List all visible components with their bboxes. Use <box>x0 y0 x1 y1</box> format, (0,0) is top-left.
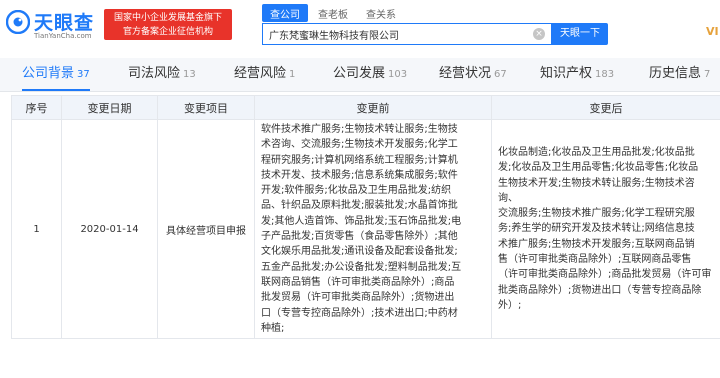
tab-label: 知识产权 <box>540 66 593 81</box>
change-text-line: 文化娱乐用品批发;通讯设备及配套设备批发; <box>261 246 458 258</box>
change-text-line: 技术开发、技术服务;信息系统集成服务;软件 <box>261 169 458 181</box>
row-after-change: 化妆品制造;化妆品及卫生用品批发;化妆品批 发;化妆品及卫生用品零售;化妆品零售;… <box>491 118 720 340</box>
change-text-line: 交流服务;生物技术推广服务;化学工程研究服 <box>498 208 695 220</box>
tab-label: 公司背景 <box>22 66 75 81</box>
change-text-line: 口（专营专控商品除外）;技术进出口;中药材 <box>261 307 458 319</box>
table-row: 1 2020-01-14 具体经营项目申报 软件技术推广服务;生物技术转让服务;… <box>11 118 720 340</box>
tab-count: 1 <box>289 69 296 80</box>
header-change-item: 变更项目 <box>157 95 255 120</box>
tab-judicial-risk[interactable]: 司法风险 13 <box>128 58 196 92</box>
tab-operating-status[interactable]: 经营状况 67 <box>439 58 507 92</box>
change-record-table: 序号 变更日期 变更项目 变更前 变更后 1 2020-01-14 具体经营项目… <box>11 95 720 340</box>
change-text-line: 生物技术开发;生物技术转让服务;生物技术咨询、 <box>498 177 695 204</box>
search-input[interactable] <box>263 24 533 44</box>
gov-badge-line1: 国家中小企业发展基金旗下 <box>113 13 222 23</box>
row-before-change: 软件技术推广服务;生物技术转让服务;生物技 术咨询、交流服务;生物技术开发服务;化… <box>254 118 492 340</box>
vip-link[interactable]: VI <box>706 25 719 38</box>
change-text-line: 软件技术推广服务;生物技术转让服务;生物技 <box>261 124 458 135</box>
logo-eye-icon <box>6 10 30 34</box>
tab-label: 经营风险 <box>234 66 287 81</box>
tab-intellectual-property[interactable]: 知识产权 183 <box>540 58 614 92</box>
change-text-line: 开发;软件服务;化妆品及卫生用品批发;纺织 <box>261 185 452 197</box>
change-text-line: 五金产品批发;办公设备批发;塑料制品批发;互 <box>261 261 462 273</box>
change-text-line: 批类商品除外）;货物进出口（专营专控商品除 <box>498 284 702 296</box>
top-header: 天眼查 TianYanCha.com 国家中小企业发展基金旗下 官方备案企业征信… <box>0 0 720 58</box>
change-text-line: 外）; <box>498 299 522 311</box>
row-index: 1 <box>11 118 62 340</box>
change-text-line: 子产品批发;百货零售（食品零售除外）;其他 <box>261 231 458 243</box>
tab-company-development[interactable]: 公司发展 103 <box>333 58 407 92</box>
change-text-line: 售（许可审批类商品除外）;互联网商品零售 <box>498 254 692 266</box>
header-index: 序号 <box>11 95 62 120</box>
change-text-line: 化妆品制造;化妆品及卫生用品批发;化妆品批 <box>498 146 695 158</box>
brand-domain: TianYanCha.com <box>34 32 92 40</box>
tab-label: 公司发展 <box>333 66 386 81</box>
change-text-line: 发;化妆品及卫生用品零售;化妆品零售;化妆品 <box>498 162 699 174</box>
search-button[interactable]: 天眼一下 <box>552 23 608 45</box>
tab-count: 183 <box>595 69 615 80</box>
header-after-change: 变更后 <box>491 95 720 120</box>
table-header-row: 序号 变更日期 变更项目 变更前 变更后 <box>11 95 720 120</box>
tab-label: 司法风险 <box>128 66 181 81</box>
brand-name: 天眼查 <box>34 12 95 34</box>
tab-label: 历史信息 <box>649 66 702 81</box>
tianyancha-logo[interactable]: 天眼查 TianYanCha.com <box>6 8 98 42</box>
tab-count: 13 <box>183 69 196 80</box>
tab-operating-risk[interactable]: 经营风险 1 <box>234 58 295 92</box>
tab-label: 经营状况 <box>439 66 492 81</box>
change-text-line: （许可审批类商品除外）;商品批发贸易（许可审 <box>498 269 712 281</box>
change-text-line: 术咨询、交流服务;生物技术开发服务;化学工 <box>261 139 458 151</box>
gov-badge: 国家中小企业发展基金旗下 官方备案企业征信机构 <box>104 9 232 40</box>
tab-count: 7 <box>704 69 711 80</box>
row-change-item: 具体经营项目申报 <box>157 118 255 340</box>
gov-badge-line2: 官方备案企业征信机构 <box>122 27 213 37</box>
header-before-change: 变更前 <box>254 95 492 120</box>
search-box: × <box>262 23 552 45</box>
change-text-line: 术推广服务;生物技术开发服务;互联网商品销 <box>498 238 695 250</box>
search-type-tabs: 查公司 查老板 查关系 <box>262 4 406 22</box>
header-change-date: 变更日期 <box>61 95 158 120</box>
tab-company-background[interactable]: 公司背景 37 <box>22 58 90 92</box>
change-text-line: 品、针织品及原料批发;服装批发;水晶首饰批 <box>261 200 458 212</box>
tab-count: 67 <box>494 69 507 80</box>
change-text-line: 务;养生学的研究开发及技术转让;网络信息技 <box>498 223 695 235</box>
tab-history-info[interactable]: 历史信息 7 <box>649 58 710 92</box>
change-text-line: 批发贸易（许可审批类商品除外）;货物进出 <box>261 292 455 304</box>
section-tabs: 公司背景 37 司法风险 13 经营风险 1 公司发展 103 经营状况 67 知识产权 1… <box>0 58 720 92</box>
tab-count: 37 <box>77 69 90 80</box>
clear-icon[interactable]: × <box>533 28 545 40</box>
search-tab-relation[interactable]: 查关系 <box>358 4 404 22</box>
change-text-line: 发;其他人造首饰、饰品批发;玉石饰品批发;电 <box>261 215 462 227</box>
search-tab-boss[interactable]: 查老板 <box>310 4 356 22</box>
change-text-line: 种植; <box>261 322 285 334</box>
after-change-text: 化妆品制造;化妆品及卫生用品批发;化妆品批 发;化妆品及卫生用品零售;化妆品零售;… <box>492 143 720 315</box>
tab-count: 103 <box>388 69 408 80</box>
change-text-line: 联网商品销售（许可审批类商品除外）;商品 <box>261 276 455 288</box>
row-change-date: 2020-01-14 <box>61 118 158 340</box>
before-change-text: 软件技术推广服务;生物技术转让服务;生物技 术咨询、交流服务;生物技术开发服务;化… <box>255 120 491 338</box>
search-tab-company[interactable]: 查公司 <box>262 4 308 22</box>
change-text-line: 程研究服务;计算机网络系统工程服务;计算机 <box>261 154 458 166</box>
